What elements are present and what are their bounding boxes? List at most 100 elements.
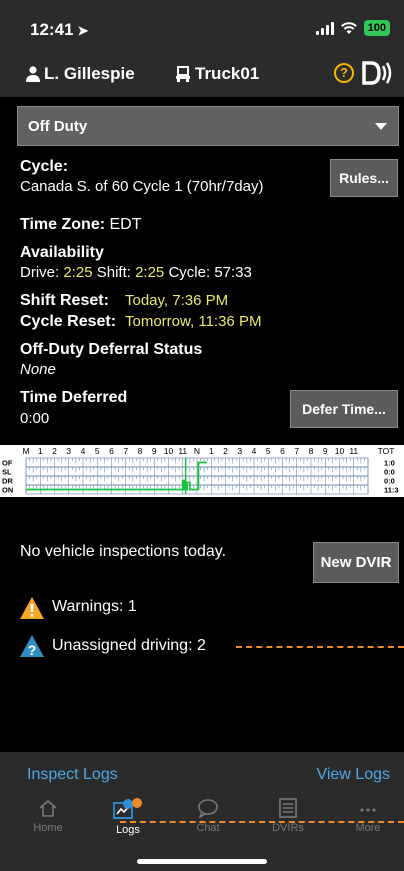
hour-label: 4 <box>252 446 257 456</box>
log-graph-svg: M 1 2 3 4 5 6 7 8 9 10 11 N 1 2 3 4 5 6 7 8 9 10 11 TOTOF 1:0SL 0:… <box>2 446 399 495</box>
hour-label: M <box>22 446 29 456</box>
tab-more-label: More <box>355 822 381 834</box>
hour-label: 3 <box>237 446 242 456</box>
cycle-avail-value: 57:33 <box>214 264 252 281</box>
defer-time-button[interactable]: Defer Time... <box>290 390 398 428</box>
caret-down-icon <box>375 123 387 130</box>
logs-icon <box>113 798 142 819</box>
tab-dvirs[interactable]: DVIRs <box>258 798 318 834</box>
status-bar: 12:41 ➤ 100 <box>0 0 404 54</box>
status-indicators: 100 <box>315 20 390 36</box>
hour-label: 9 <box>323 446 328 456</box>
battery-icon: 100 <box>363 20 390 36</box>
hour-label: 4 <box>81 446 86 456</box>
status-time: 12:41 ➤ <box>30 20 88 40</box>
tab-logs[interactable]: Logs <box>98 798 158 836</box>
row-total: 11:3 <box>384 486 399 495</box>
time-deferred-value: 0:00 <box>20 410 50 427</box>
row-label: OF <box>2 459 13 468</box>
availability-label: Availability <box>20 244 104 261</box>
hour-label: 7 <box>294 446 299 456</box>
unassigned-driving-text[interactable]: Unassigned driving: 2 <box>52 637 206 655</box>
rules-button[interactable]: Rules... <box>330 159 398 197</box>
tab-more[interactable]: More <box>338 798 398 834</box>
row-label: SL <box>2 468 12 477</box>
time-deferred-label: Time Deferred <box>20 389 128 406</box>
shift-value: 2:25 <box>135 264 165 281</box>
help-icon[interactable]: ? <box>334 63 354 83</box>
view-logs-link[interactable]: View Logs <box>316 766 390 784</box>
hour-label: 11 <box>178 446 187 456</box>
person-icon <box>26 66 40 82</box>
availability-row: Drive: 2:25 Shift: 2:25 Cycle: 57:33 <box>20 264 252 281</box>
time-zone-value: EDT <box>109 216 142 233</box>
duty-status-select[interactable]: Off Duty <box>17 106 399 146</box>
clock-text: 12:41 <box>30 20 74 39</box>
location-arrow-icon: ➤ <box>77 23 89 38</box>
drive-value: 2:25 <box>63 264 93 281</box>
hour-label: 1 <box>209 446 214 456</box>
inspections-message: No vehicle inspections today. <box>20 543 227 560</box>
driver-bar: L. Gillespie Truck01 ? <box>0 54 404 97</box>
connection-d-icon[interactable] <box>362 60 392 86</box>
tab-home[interactable]: Home <box>18 798 78 834</box>
deferral-value: None <box>20 361 56 378</box>
cycle-avail-label: Cycle: <box>168 264 211 281</box>
tab-chat-label: Chat <box>196 822 220 834</box>
truck-icon <box>176 66 190 82</box>
row-label: ON <box>2 486 13 495</box>
signal-icon <box>315 21 334 35</box>
more-icon <box>360 808 376 812</box>
new-dvir-button[interactable]: New DVIR <box>313 542 399 583</box>
time-zone-label: Time Zone: <box>20 216 106 233</box>
cycle-reset-value: Tomorrow, 11:36 PM <box>125 313 262 330</box>
row-total: 0:0 <box>384 477 395 486</box>
log-graph[interactable]: M 1 2 3 4 5 6 7 8 9 10 11 N 1 2 3 4 5 6 7 8 9 10 11 TOT OF 1:0 SL 0:… <box>0 445 404 497</box>
hour-label: 8 <box>309 446 314 456</box>
home-indicator <box>137 859 267 864</box>
row-total: 0:0 <box>384 468 395 477</box>
hour-label: N <box>194 446 200 456</box>
hour-label: 5 <box>266 446 271 456</box>
wifi-icon <box>340 22 357 34</box>
hour-label: 2 <box>223 446 228 456</box>
tab-dvirs-label: DVIRs <box>272 822 304 834</box>
hour-label: 11 <box>349 446 358 456</box>
inspect-logs-link[interactable]: Inspect Logs <box>27 766 118 784</box>
total-header: TOT <box>378 446 395 456</box>
hour-label: 3 <box>66 446 71 456</box>
truck-name[interactable]: Truck01 <box>195 64 259 84</box>
home-icon <box>39 799 57 817</box>
bottom-area: Inspect Logs View Logs Home Logs Chat DV… <box>0 752 404 871</box>
hour-label: 5 <box>95 446 100 456</box>
svg-text:?: ? <box>28 642 37 658</box>
warnings-text[interactable]: Warnings: 1 <box>52 598 137 616</box>
tab-logs-label: Logs <box>116 824 140 836</box>
hour-label: 10 <box>164 446 174 456</box>
cycle-value: Canada S. of 60 Cycle 1 (70hr/7day) <box>20 178 264 195</box>
deferral-label: Off-Duty Deferral Status <box>20 341 203 358</box>
drive-label: Drive: <box>20 264 60 281</box>
shift-label: Shift: <box>96 264 131 281</box>
driver-name[interactable]: L. Gillespie <box>44 64 135 84</box>
duty-status-value: Off Duty <box>28 118 88 135</box>
hour-label: 1 <box>38 446 43 456</box>
unassigned-question-icon: ? <box>20 635 44 658</box>
tab-chat[interactable]: Chat <box>178 798 238 834</box>
hour-label: 6 <box>109 446 114 456</box>
row-label: DR <box>2 477 13 486</box>
dvirs-icon <box>279 798 297 818</box>
chat-icon <box>198 799 218 818</box>
warning-triangle-icon <box>20 597 44 619</box>
shift-reset-value: Today, 7:36 PM <box>125 292 229 309</box>
time-zone-row: Time Zone: EDT <box>20 216 142 234</box>
cycle-reset-label: Cycle Reset: <box>20 313 117 330</box>
dashed-pointer-line-tabs <box>120 821 404 823</box>
tab-home-label: Home <box>33 822 63 834</box>
dashed-pointer-line <box>236 646 404 648</box>
row-total: 1:0 <box>384 459 395 468</box>
cycle-label: Cycle: <box>20 158 69 175</box>
hour-label: 9 <box>152 446 157 456</box>
hour-label: 2 <box>52 446 57 456</box>
hour-label: 10 <box>335 446 345 456</box>
